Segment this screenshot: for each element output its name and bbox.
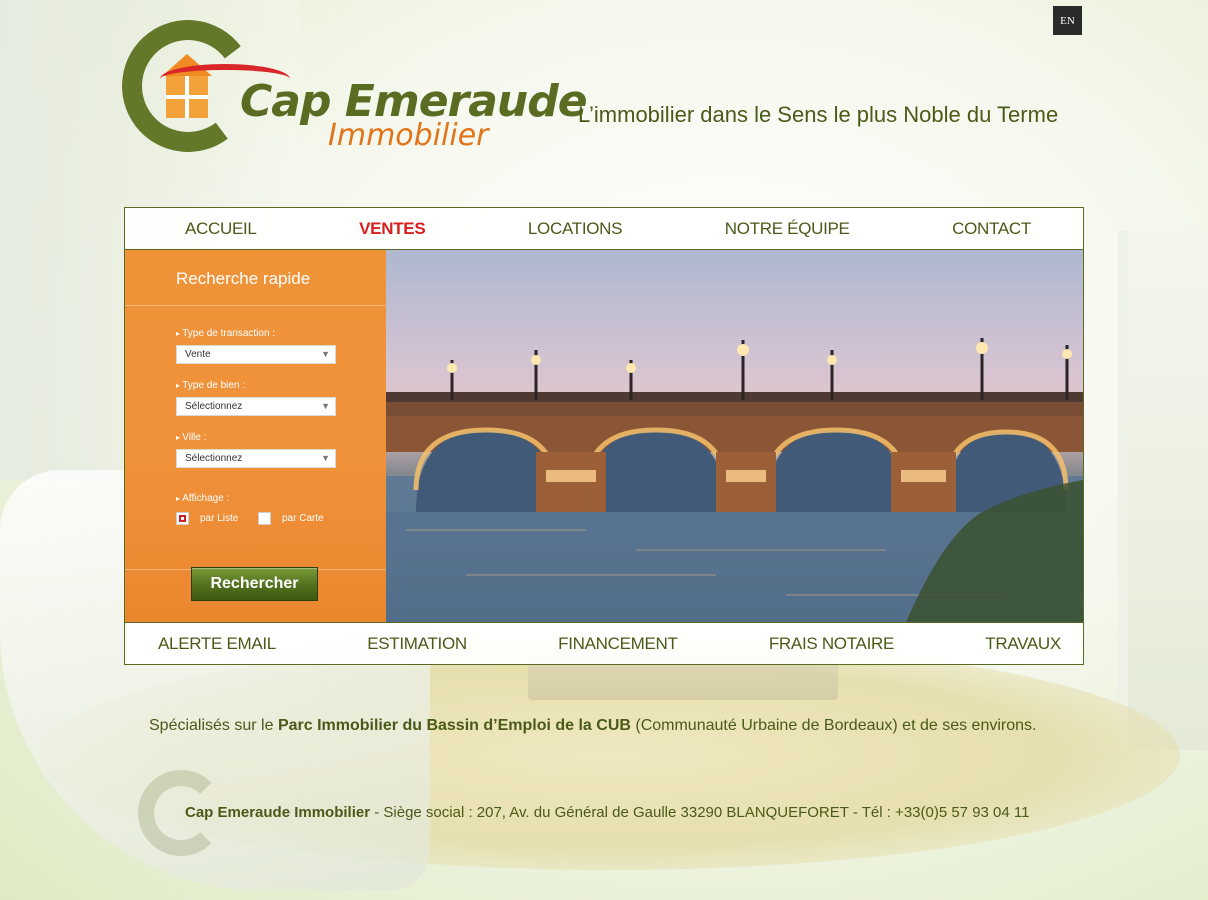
transaction-label: Type de transaction : — [176, 328, 275, 339]
chevron-down-icon: ▼ — [321, 401, 330, 411]
nav-accueil[interactable]: ACCUEIL — [185, 219, 257, 239]
display-map-label: par Carte — [282, 513, 324, 524]
property-type-value: Sélectionnez — [185, 401, 243, 412]
quick-search-form: Recherche rapide Type de transaction : V… — [125, 250, 386, 622]
city-select[interactable]: Sélectionnez ▼ — [176, 449, 336, 468]
language-button[interactable]: EN — [1053, 6, 1082, 35]
nav-frais-notaire[interactable]: FRAIS NOTAIRE — [769, 634, 894, 654]
nav-financement[interactable]: FINANCEMENT — [558, 634, 678, 654]
transaction-select[interactable]: Vente ▼ — [176, 345, 336, 364]
display-list-label: par Liste — [200, 513, 239, 524]
tagline: L’immobilier dans le Sens le plus Noble … — [578, 102, 1059, 127]
display-label: Affichage : — [176, 493, 229, 504]
divider — [125, 305, 386, 306]
main-nav: ACCUEIL VENTES LOCATIONS NOTRE ÉQUIPE CO… — [124, 207, 1084, 250]
services-nav: ALERTE EMAIL ESTIMATION FINANCEMENT FRAI… — [124, 622, 1084, 665]
specialty-bold: Parc Immobilier du Bassin d’Emploi de la… — [277, 717, 631, 734]
bridge-illustration — [386, 338, 1083, 622]
nav-notre-equipe[interactable]: NOTRE ÉQUIPE — [725, 219, 850, 239]
footer-company-name: Cap Emeraude Immobilier — [185, 804, 371, 821]
bridge-photo — [386, 250, 1083, 622]
chevron-down-icon: ▼ — [321, 349, 330, 359]
nav-locations[interactable]: LOCATIONS — [528, 219, 623, 239]
city-label: Ville : — [176, 432, 206, 443]
search-button[interactable]: Rechercher — [191, 567, 318, 601]
property-type-label: Type de bien : — [176, 380, 245, 391]
logo-subtitle: Immobilier — [328, 118, 489, 153]
nav-ventes[interactable]: VENTES — [359, 219, 426, 239]
background-table — [528, 660, 838, 700]
footer-address-text: - Siège social : 207, Av. du Général de … — [370, 804, 1030, 821]
property-type-select[interactable]: Sélectionnez ▼ — [176, 397, 336, 416]
city-value: Sélectionnez — [185, 453, 243, 464]
search-title: Recherche rapide — [176, 269, 311, 288]
specialty-text: Spécialisés sur le Parc Immobilier du Ba… — [149, 717, 1036, 735]
chevron-down-icon: ▼ — [321, 453, 330, 463]
main-panel: Recherche rapide Type de transaction : V… — [124, 250, 1084, 622]
specialty-suffix: (Communauté Urbaine de Bordeaux) et de s… — [630, 717, 1037, 734]
background-door — [1118, 230, 1208, 750]
specialty-prefix: Spécialisés sur le — [149, 717, 278, 734]
site-logo[interactable]: Cap Emeraude Immobilier — [113, 11, 588, 161]
footer-address: Cap Emeraude Immobilier - Siège social :… — [185, 804, 1029, 821]
nav-alerte-email[interactable]: ALERTE EMAIL — [158, 634, 276, 654]
nav-estimation[interactable]: ESTIMATION — [367, 634, 467, 654]
nav-contact[interactable]: CONTACT — [952, 219, 1031, 239]
nav-travaux[interactable]: TRAVAUX — [985, 634, 1061, 654]
display-list-checkbox[interactable] — [176, 512, 189, 525]
display-map-checkbox[interactable] — [258, 512, 271, 525]
transaction-value: Vente — [185, 349, 211, 360]
